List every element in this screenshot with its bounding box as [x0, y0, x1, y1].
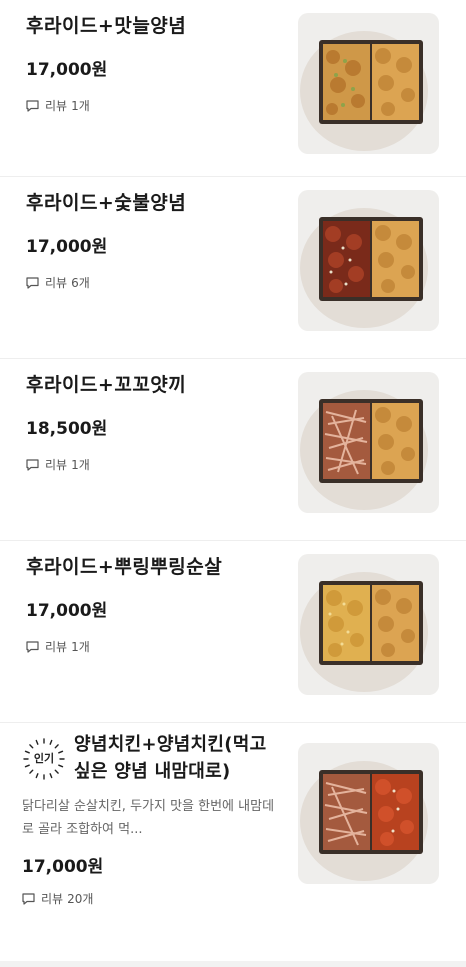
menu-item-info: 후라이드+숯불양념 17,000원 리뷰 6개 [26, 189, 281, 291]
review-label: 리뷰 [45, 458, 68, 472]
menu-item-info: 후라이드+맛늘양념 17,000원 리뷰 1개 [26, 12, 281, 114]
menu-item-price: 17,000원 [26, 60, 108, 80]
review-count: 6개 [71, 276, 90, 290]
menu-item-info: 후라이드+뿌링뿌링순살 17,000원 리뷰 1개 [26, 553, 281, 655]
review-label: 리뷰 [41, 892, 64, 906]
chicken-box-image [298, 372, 439, 513]
chicken-box-image [298, 743, 439, 884]
speech-bubble-icon [22, 893, 35, 905]
review-count: 1개 [71, 99, 90, 113]
review-summary: 리뷰 1개 [26, 639, 281, 655]
menu-item-price: 18,500원 [26, 419, 108, 439]
menu-item-price: 17,000원 [26, 237, 108, 257]
menu-item-price: 17,000원 [22, 857, 104, 877]
menu-item-info: 후라이드+꼬꼬얏끼 18,500원 리뷰 1개 [26, 371, 281, 473]
speech-bubble-icon [26, 100, 39, 112]
chicken-box-image [298, 13, 439, 154]
menu-item-price: 17,000원 [26, 601, 108, 621]
menu-item-name: 후라이드+꼬꼬얏끼 [26, 374, 187, 396]
menu-item-description: 닭다리살 순살치킨, 두가지 맛을 한번에 내맘데로 골라 조합하여 먹... [22, 799, 275, 837]
chicken-box-image [298, 190, 439, 331]
menu-item-header: 인기 양념치킨+양념치킨(먹고싶은 양념 내맘대로) [22, 731, 284, 785]
review-count: 1개 [71, 640, 90, 654]
menu-item[interactable]: 후라이드+꼬꼬얏끼 18,500원 리뷰 1개 [0, 359, 466, 541]
review-label: 리뷰 [45, 99, 68, 113]
menu-item-name: 후라이드+뿌링뿌링순살 [26, 556, 223, 578]
review-summary: 리뷰 1개 [26, 98, 281, 114]
review-label: 리뷰 [45, 276, 68, 290]
menu-list: 후라이드+맛늘양념 17,000원 리뷰 1개 후라이드+숯불양념 17,000… [0, 0, 466, 967]
menu-item-info: 인기 양념치킨+양념치킨(먹고싶은 양념 내맘대로) 닭다리살 순살치킨, 두가… [22, 731, 284, 907]
popular-badge: 인기 [22, 737, 66, 781]
review-label: 리뷰 [45, 640, 68, 654]
review-summary: 리뷰 1개 [26, 457, 281, 473]
chicken-box-image [298, 554, 439, 695]
review-count: 1개 [71, 458, 90, 472]
menu-item[interactable]: 후라이드+숯불양념 17,000원 리뷰 6개 [0, 177, 466, 359]
menu-item-name: 후라이드+숯불양념 [26, 192, 187, 214]
menu-item-name: 양념치킨+양념치킨(먹고싶은 양념 내맘대로) [74, 734, 267, 782]
review-count: 20개 [67, 892, 94, 906]
review-summary: 리뷰 20개 [22, 891, 284, 907]
menu-item[interactable]: 후라이드+뿌링뿌링순살 17,000원 리뷰 1개 [0, 541, 466, 723]
menu-item-name: 후라이드+맛늘양념 [26, 15, 187, 37]
speech-bubble-icon [26, 277, 39, 289]
menu-item-popular[interactable]: 인기 양념치킨+양념치킨(먹고싶은 양념 내맘대로) 닭다리살 순살치킨, 두가… [0, 723, 466, 967]
speech-bubble-icon [26, 459, 39, 471]
review-summary: 리뷰 6개 [26, 275, 281, 291]
menu-item[interactable]: 후라이드+맛늘양념 17,000원 리뷰 1개 [0, 0, 466, 177]
popular-badge-label: 인기 [33, 752, 55, 765]
speech-bubble-icon [26, 641, 39, 653]
